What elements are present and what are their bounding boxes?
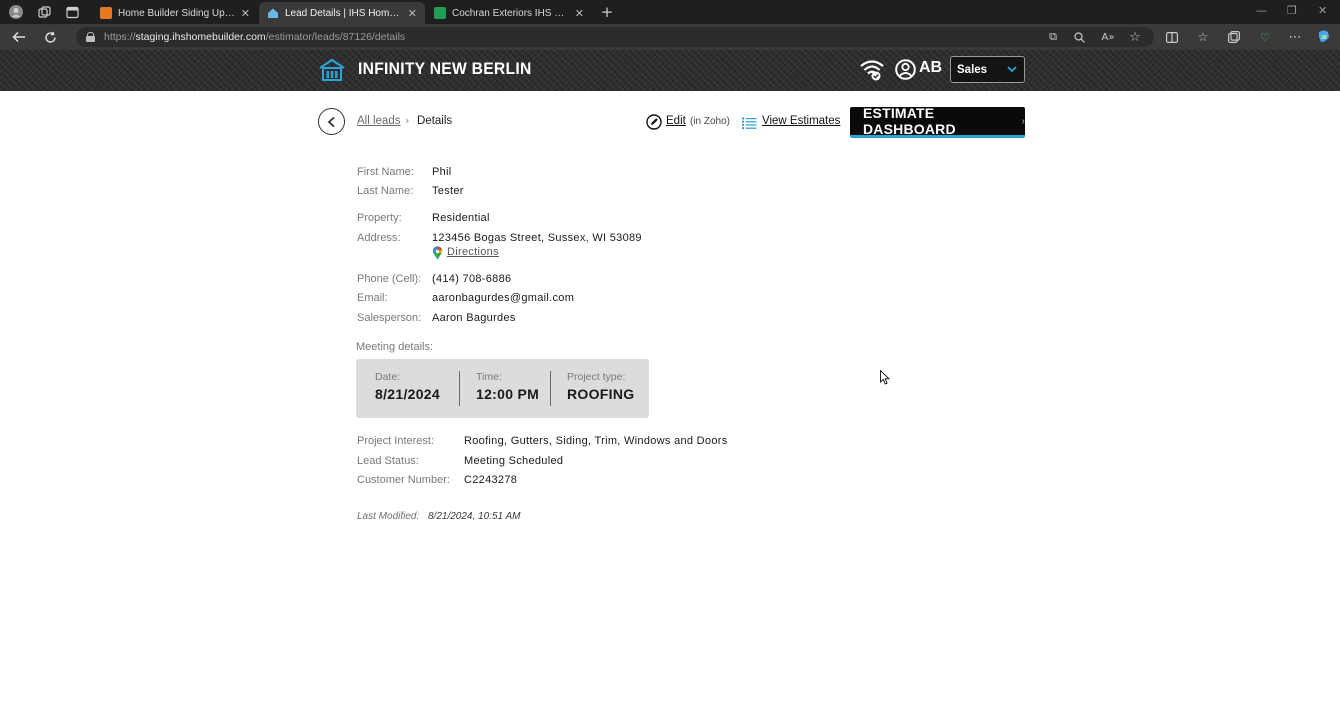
card-divider	[459, 371, 460, 406]
lead-status-value: Meeting Scheduled	[464, 455, 564, 467]
phone-label: Phone (Cell):	[357, 273, 422, 285]
email-value: aaronbagurdes@gmail.com	[432, 292, 575, 304]
customer-number-label: Customer Number:	[357, 474, 450, 486]
last-name-label: Last Name:	[357, 185, 414, 197]
split-screen-icon[interactable]	[1164, 29, 1180, 45]
mouse-cursor-icon	[880, 369, 891, 385]
copilot-icon[interactable]	[1316, 29, 1332, 45]
chevron-right-icon: ›	[1021, 115, 1025, 127]
project-interest-value: Roofing, Gutters, Siding, Trim, Windows …	[464, 435, 728, 447]
close-tab-icon[interactable]: ✕	[575, 7, 584, 20]
meeting-details-card: Date: 8/21/2024 Time: 12:00 PM Project t…	[356, 359, 649, 418]
meeting-details-heading: Meeting details:	[356, 341, 434, 353]
workspaces-icon[interactable]	[36, 4, 52, 20]
site-header: INFINITY NEW BERLIN AB Sales	[0, 50, 1340, 91]
edit-pencil-icon[interactable]	[646, 114, 662, 130]
profile-avatar-icon[interactable]	[8, 4, 24, 20]
excel-favicon-icon	[434, 7, 446, 19]
directions-link[interactable]: Directions	[447, 246, 499, 258]
property-label: Property:	[357, 212, 402, 224]
refresh-icon[interactable]	[42, 29, 58, 45]
customer-number-value: C2243278	[464, 474, 518, 486]
tab-title: Cochran Exteriors IHS HomeBuil	[452, 7, 569, 19]
tab-title: Home Builder Siding Updates: Li	[118, 7, 235, 19]
project-type-value: ROOFING	[567, 386, 635, 402]
meeting-time: Time: 12:00 PM	[476, 371, 539, 402]
salesperson-label: Salesperson:	[357, 312, 422, 324]
back-button[interactable]	[318, 108, 345, 135]
meeting-date: Date: 8/21/2024	[375, 371, 440, 402]
chevron-down-icon	[1006, 63, 1018, 75]
project-type-label: Project type:	[567, 371, 626, 383]
url-input[interactable]: https://staging.ihshomebuilder.com/estim…	[76, 27, 1154, 47]
browser-essentials-heart-icon[interactable]: ♡	[1257, 29, 1273, 45]
url-scheme: https://	[104, 31, 136, 43]
chevron-left-icon	[327, 116, 335, 127]
view-estimates-link[interactable]: View Estimates	[762, 115, 840, 127]
phone-value: (414) 708-6886	[432, 273, 512, 285]
tab-title: Lead Details | IHS Home Builder	[285, 7, 402, 19]
user-initials[interactable]: AB	[919, 59, 942, 77]
last-modified-value: 8/21/2024, 10:51 AM	[428, 511, 521, 522]
read-aloud-icon[interactable]: A»	[1100, 29, 1116, 45]
address-value: 123456 Bogas Street, Sussex, WI 53089	[432, 232, 642, 244]
minimize-icon[interactable]: —	[1256, 4, 1267, 17]
lead-status-label: Lead Status:	[357, 455, 419, 467]
first-name-label: First Name:	[357, 166, 414, 178]
url-host: staging.ihshomebuilder.com	[135, 31, 266, 43]
restore-icon[interactable]: ❐	[1287, 4, 1297, 17]
property-value: Residential	[432, 212, 490, 224]
browser-tab-siding-updates[interactable]: Home Builder Siding Updates: Li ✕	[92, 2, 258, 24]
estimate-dashboard-button[interactable]: ESTIMATE DASHBOARD ›	[850, 105, 1025, 138]
breadcrumb-current: Details	[417, 115, 453, 127]
tab-favicon-icon	[100, 7, 112, 19]
collections-icon[interactable]	[1226, 29, 1242, 45]
meeting-date-value: 8/21/2024	[375, 386, 440, 402]
address-label: Address:	[357, 232, 401, 244]
map-pin-icon	[432, 245, 443, 260]
favorite-star-icon[interactable]: ☆	[1127, 29, 1143, 45]
last-name-value: Tester	[432, 185, 464, 197]
zoom-icon[interactable]	[1071, 29, 1087, 45]
breadcrumb-all-leads[interactable]: All leads	[357, 115, 400, 127]
first-name-value: Phil	[432, 166, 452, 178]
url-path: /estimator/leads/87126/details	[265, 31, 406, 43]
browser-tab-bar: Home Builder Siding Updates: Li ✕ Lead D…	[0, 0, 1340, 24]
browser-address-bar: https://staging.ihshomebuilder.com/estim…	[0, 24, 1340, 50]
role-select-value: Sales	[957, 63, 988, 76]
close-window-icon[interactable]: ✕	[1318, 4, 1327, 17]
tab-favicon-icon	[267, 7, 279, 19]
project-interest-label: Project Interest:	[357, 435, 435, 447]
role-select[interactable]: Sales	[950, 56, 1025, 83]
back-arrow-icon[interactable]	[11, 29, 27, 45]
breadcrumb-separator-icon: ›	[405, 114, 410, 127]
lock-icon	[86, 32, 95, 42]
favorites-icon[interactable]: ☆	[1195, 29, 1211, 45]
open-in-app-icon[interactable]: ⧉	[1045, 29, 1061, 45]
browser-tab-lead-details[interactable]: Lead Details | IHS Home Builder ✕	[259, 2, 425, 24]
email-label: Email:	[357, 292, 388, 304]
more-options-icon[interactable]: ⋯	[1287, 29, 1303, 45]
browser-tab-cochran-exteriors[interactable]: Cochran Exteriors IHS HomeBuil ✕	[426, 2, 592, 24]
list-icon[interactable]	[742, 115, 757, 130]
meeting-time-value: 12:00 PM	[476, 386, 540, 402]
tab-actions-icon[interactable]	[64, 4, 80, 20]
meeting-project-type: Project type: ROOFING	[567, 371, 634, 402]
brand-name: INFINITY NEW BERLIN	[358, 59, 532, 78]
close-tab-icon[interactable]: ✕	[241, 7, 250, 20]
meeting-date-label: Date:	[375, 371, 401, 383]
edit-link[interactable]: Edit	[666, 115, 686, 127]
user-account-icon[interactable]	[895, 59, 916, 80]
new-tab-icon[interactable]: +	[599, 3, 615, 21]
edit-note: (in Zoho)	[690, 116, 731, 127]
last-modified-label: Last Modified:	[357, 511, 420, 522]
home-builder-logo-icon[interactable]	[318, 58, 346, 82]
meeting-time-label: Time:	[476, 371, 502, 383]
wifi-connected-icon	[859, 58, 885, 82]
estimate-dashboard-label: ESTIMATE DASHBOARD	[863, 105, 956, 137]
salesperson-value: Aaron Bagurdes	[432, 312, 516, 324]
close-tab-icon[interactable]: ✕	[408, 7, 417, 20]
card-divider	[550, 371, 551, 406]
